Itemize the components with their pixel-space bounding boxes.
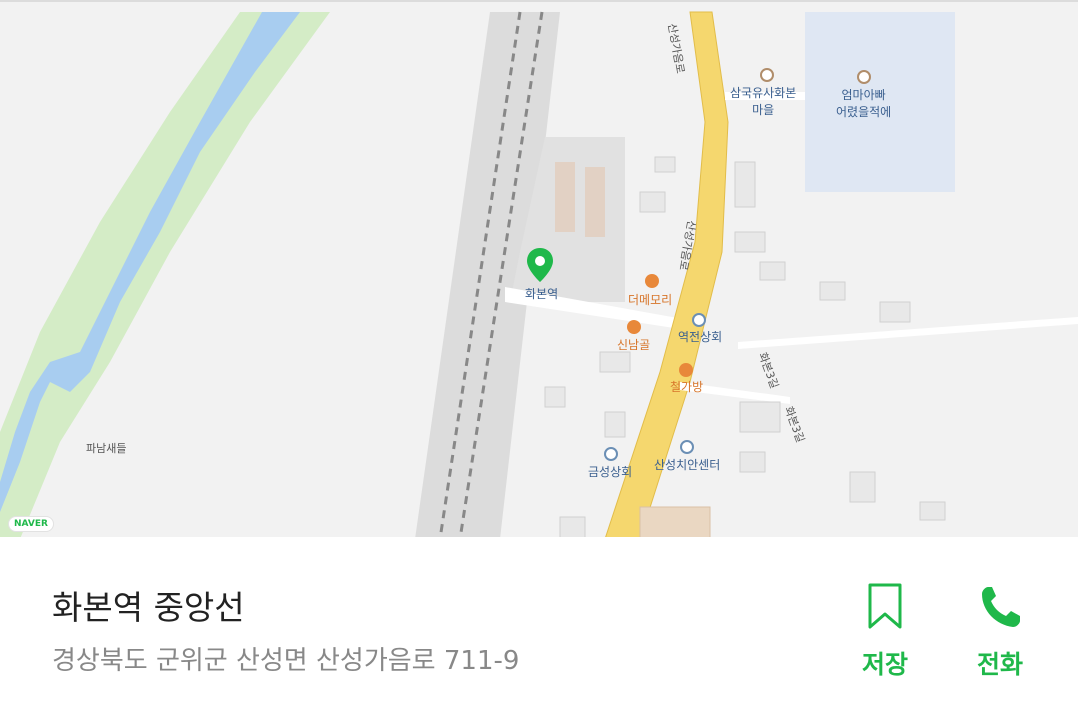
place-marker-icon[interactable] <box>857 70 871 84</box>
call-label: 전화 <box>976 650 1023 679</box>
call-button[interactable]: 전화 <box>955 581 1045 681</box>
location-pin-icon[interactable] <box>527 248 553 282</box>
save-label: 저장 <box>861 650 908 679</box>
place-marker-icon[interactable] <box>760 68 774 82</box>
map-label-samguk[interactable]: 삼국유사화본 마을 <box>730 84 796 118</box>
place-info-panel: 화본역 중앙선 경상북도 군위군 산성면 산성가음로 711-9 저장 전화 <box>0 537 1078 714</box>
map-label-cheolgabang[interactable]: 철가방 <box>670 378 703 395</box>
police-icon[interactable] <box>680 440 694 454</box>
naver-logo: NAVER <box>8 516 54 532</box>
bookmark-icon <box>868 583 902 629</box>
save-button[interactable]: 저장 <box>840 581 930 681</box>
restaurant-icon[interactable] <box>645 274 659 288</box>
map-label-sinnamgol[interactable]: 신남골 <box>617 336 650 353</box>
restaurant-icon[interactable] <box>679 363 693 377</box>
shop-icon[interactable] <box>604 447 618 461</box>
shop-icon[interactable] <box>692 313 706 327</box>
map-label-themory[interactable]: 더메모리 <box>628 291 672 308</box>
restaurant-icon[interactable] <box>627 320 641 334</box>
map-label-station[interactable]: 화본역 <box>525 285 558 302</box>
map-label-geumseong[interactable]: 금성상회 <box>588 463 632 480</box>
map-view[interactable]: 삼국유사화본 마을 엄마아빠 어렸을적에 화본역 더메모리 신남골 역전상회 철가방… <box>0 0 1078 537</box>
map-label-eomma[interactable]: 엄마아빠 어렸을적에 <box>836 86 891 120</box>
place-title: 화본역 중앙선 <box>52 588 245 627</box>
place-address: 경상북도 군위군 산성면 산성가음로 711-9 <box>52 646 520 676</box>
map-label-yeokjeon[interactable]: 역전상회 <box>678 328 722 345</box>
phone-icon <box>982 587 1020 627</box>
map-label-chian[interactable]: 산성치안센터 <box>654 456 720 473</box>
map-label-panam: 파남새들 <box>86 442 127 455</box>
